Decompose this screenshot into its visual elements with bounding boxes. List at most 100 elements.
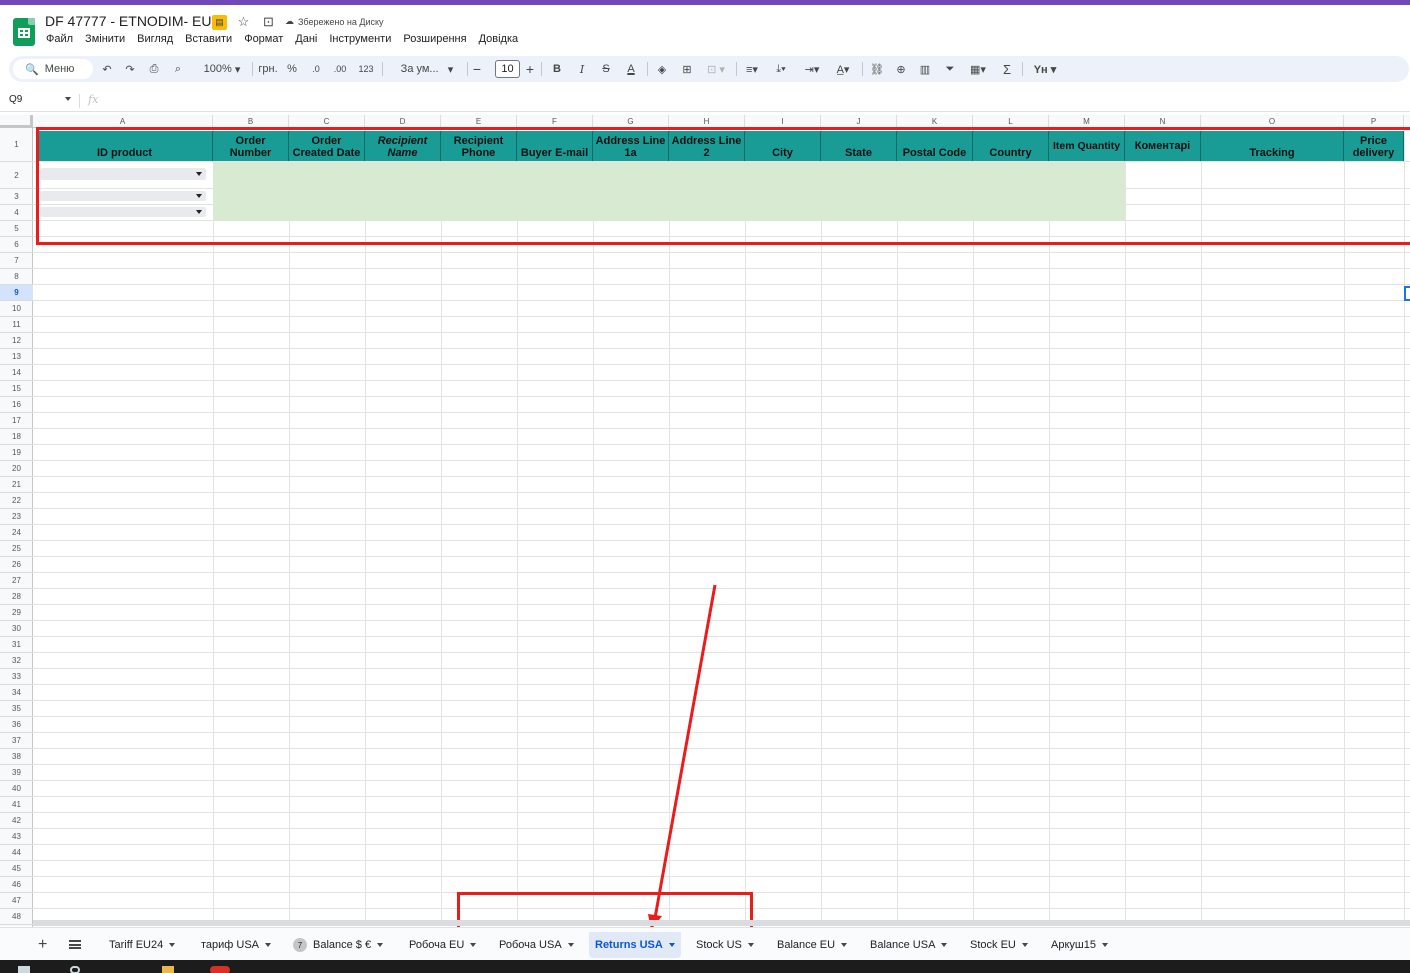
text-wrap-icon[interactable]: ⇥▾ (799, 56, 825, 82)
row-header-22[interactable]: 22 (0, 493, 33, 509)
sheet-tab-returns-usa[interactable]: Returns USA (589, 932, 681, 958)
input-tools-icon[interactable]: Yн ▾ (1029, 56, 1061, 82)
row-header-38[interactable]: 38 (0, 749, 33, 765)
column-header-e[interactable]: E (441, 115, 517, 128)
row-header-46[interactable]: 46 (0, 877, 33, 893)
column-header-p[interactable]: P (1344, 115, 1404, 128)
column-header-b[interactable]: B (213, 115, 289, 128)
row-header-15[interactable]: 15 (0, 381, 33, 397)
menu-data[interactable]: Дані (295, 33, 317, 45)
row-header-30[interactable]: 30 (0, 621, 33, 637)
move-folder-icon[interactable]: ⊡ (260, 14, 277, 30)
text-color-button[interactable]: A (623, 56, 639, 82)
row-header-35[interactable]: 35 (0, 701, 33, 717)
header-cell-id-product[interactable]: ID product (37, 131, 213, 161)
row-header-12[interactable]: 12 (0, 333, 33, 349)
sheet-tab-sheet15[interactable]: Аркуш15 (1045, 932, 1114, 958)
sheet-tab-balance-usa[interactable]: Balance USA (864, 932, 953, 958)
browser-icon[interactable] (210, 966, 230, 973)
row-header-17[interactable]: 17 (0, 413, 33, 429)
row-header-31[interactable]: 31 (0, 637, 33, 653)
row-header-32[interactable]: 32 (0, 653, 33, 669)
row-header-42[interactable]: 42 (0, 813, 33, 829)
italic-button[interactable]: I (575, 56, 589, 82)
row-header-7[interactable]: 7 (0, 253, 33, 269)
header-cell-item-quantity[interactable]: Item Quantity (1049, 131, 1125, 161)
row-header-2[interactable]: 2 (0, 162, 33, 189)
row-header-19[interactable]: 19 (0, 445, 33, 461)
dropdown-cell-a2[interactable] (40, 168, 206, 180)
sheet-tab-balance-eu[interactable]: Balance EU (771, 932, 853, 958)
row-header-36[interactable]: 36 (0, 717, 33, 733)
row-header-24[interactable]: 24 (0, 525, 33, 541)
font-select[interactable]: За ум... ▾ (392, 56, 462, 82)
row-header-34[interactable]: 34 (0, 685, 33, 701)
row-header-26[interactable]: 26 (0, 557, 33, 573)
filter-icon[interactable]: ⏷ (942, 56, 958, 82)
row-header-11[interactable]: 11 (0, 317, 33, 333)
menu-file[interactable]: Файл (46, 33, 73, 45)
menu-view[interactable]: Вигляд (137, 33, 173, 45)
all-sheets-icon[interactable] (69, 940, 81, 949)
row-header-25[interactable]: 25 (0, 541, 33, 557)
functions-button[interactable]: Σ (999, 56, 1015, 82)
row-header-8[interactable]: 8 (0, 269, 33, 285)
header-cell-price-delivery[interactable]: Price delivery (1344, 131, 1404, 161)
column-header-m[interactable]: M (1049, 115, 1125, 128)
header-cell-recipient-name[interactable]: Recipient Name (365, 131, 441, 161)
header-cell-order-number[interactable]: Order Number (213, 131, 289, 161)
selected-cell-q9[interactable] (1404, 286, 1410, 301)
column-header-i[interactable]: I (745, 115, 821, 128)
row-header-10[interactable]: 10 (0, 301, 33, 317)
insert-link-icon[interactable]: ⛓ (869, 56, 885, 82)
insert-comment-icon[interactable]: ⊕ (893, 56, 909, 82)
strikethrough-button[interactable]: S (599, 56, 613, 82)
row-header-4[interactable]: 4 (0, 205, 33, 221)
increase-decimal-button[interactable]: .00 (331, 56, 349, 82)
text-rotation-icon[interactable]: A̲▾ (831, 56, 855, 82)
align-vertical-icon[interactable]: ⤓▾ (769, 56, 793, 82)
header-cell-tracking[interactable]: Tracking (1201, 131, 1344, 161)
menu-format[interactable]: Формат (244, 33, 283, 45)
row-header-37[interactable]: 37 (0, 733, 33, 749)
row-header-18[interactable]: 18 (0, 429, 33, 445)
sheet-tab-working-usa[interactable]: Робоча USA (493, 932, 580, 958)
row-header-5[interactable]: 5 (0, 221, 33, 237)
slides-badge-icon[interactable]: ▤ (212, 14, 227, 30)
column-header-a[interactable]: A (33, 115, 213, 128)
menu-insert[interactable]: Вставити (185, 33, 232, 45)
row-header-6[interactable]: 6 (0, 237, 33, 253)
sheet-tab-working-eu[interactable]: Робоча EU (403, 932, 482, 958)
font-size-input[interactable]: 10 (495, 60, 520, 78)
column-header-d[interactable]: D (365, 115, 441, 128)
fill-color-icon[interactable]: ◈ (654, 56, 670, 82)
menu-edit[interactable]: Змінити (85, 33, 125, 45)
sheet-tab-tariff-eu24[interactable]: Tariff EU24 (103, 932, 181, 958)
sheet-tab-tariff-usa[interactable]: тариф USA (195, 932, 277, 958)
column-header-h[interactable]: H (669, 115, 745, 128)
column-header-l[interactable]: L (973, 115, 1049, 128)
bold-button[interactable]: B (550, 56, 564, 82)
header-cell-address-line-1a[interactable]: Address Line 1a (593, 131, 669, 161)
row-header-43[interactable]: 43 (0, 829, 33, 845)
menu-help[interactable]: Довідка (479, 33, 519, 45)
row-header-40[interactable]: 40 (0, 781, 33, 797)
row-header-48[interactable]: 48 (0, 909, 33, 925)
folder-icon[interactable] (162, 966, 174, 973)
row-header-1[interactable]: 1 (0, 128, 33, 162)
horizontal-scrollbar[interactable] (33, 920, 1410, 926)
insert-chart-icon[interactable]: ▥ (917, 56, 933, 82)
column-header-j[interactable]: J (821, 115, 897, 128)
borders-icon[interactable]: ⊞ (679, 56, 695, 82)
header-cell-comments[interactable]: Коментарі (1125, 131, 1201, 161)
header-cell-postal-code[interactable]: Postal Code (897, 131, 973, 161)
number-format-button[interactable]: 123 (357, 56, 375, 82)
row-header-39[interactable]: 39 (0, 765, 33, 781)
header-cell-recipient-phone[interactable]: Recipient Phone (441, 131, 517, 161)
row-header-41[interactable]: 41 (0, 797, 33, 813)
filter-views-icon[interactable]: ▦▾ (965, 56, 991, 82)
print-icon[interactable]: ⎙ (146, 56, 162, 82)
header-cell-city[interactable]: City (745, 131, 821, 161)
add-sheet-icon[interactable]: + (38, 936, 47, 954)
row-header-29[interactable]: 29 (0, 605, 33, 621)
